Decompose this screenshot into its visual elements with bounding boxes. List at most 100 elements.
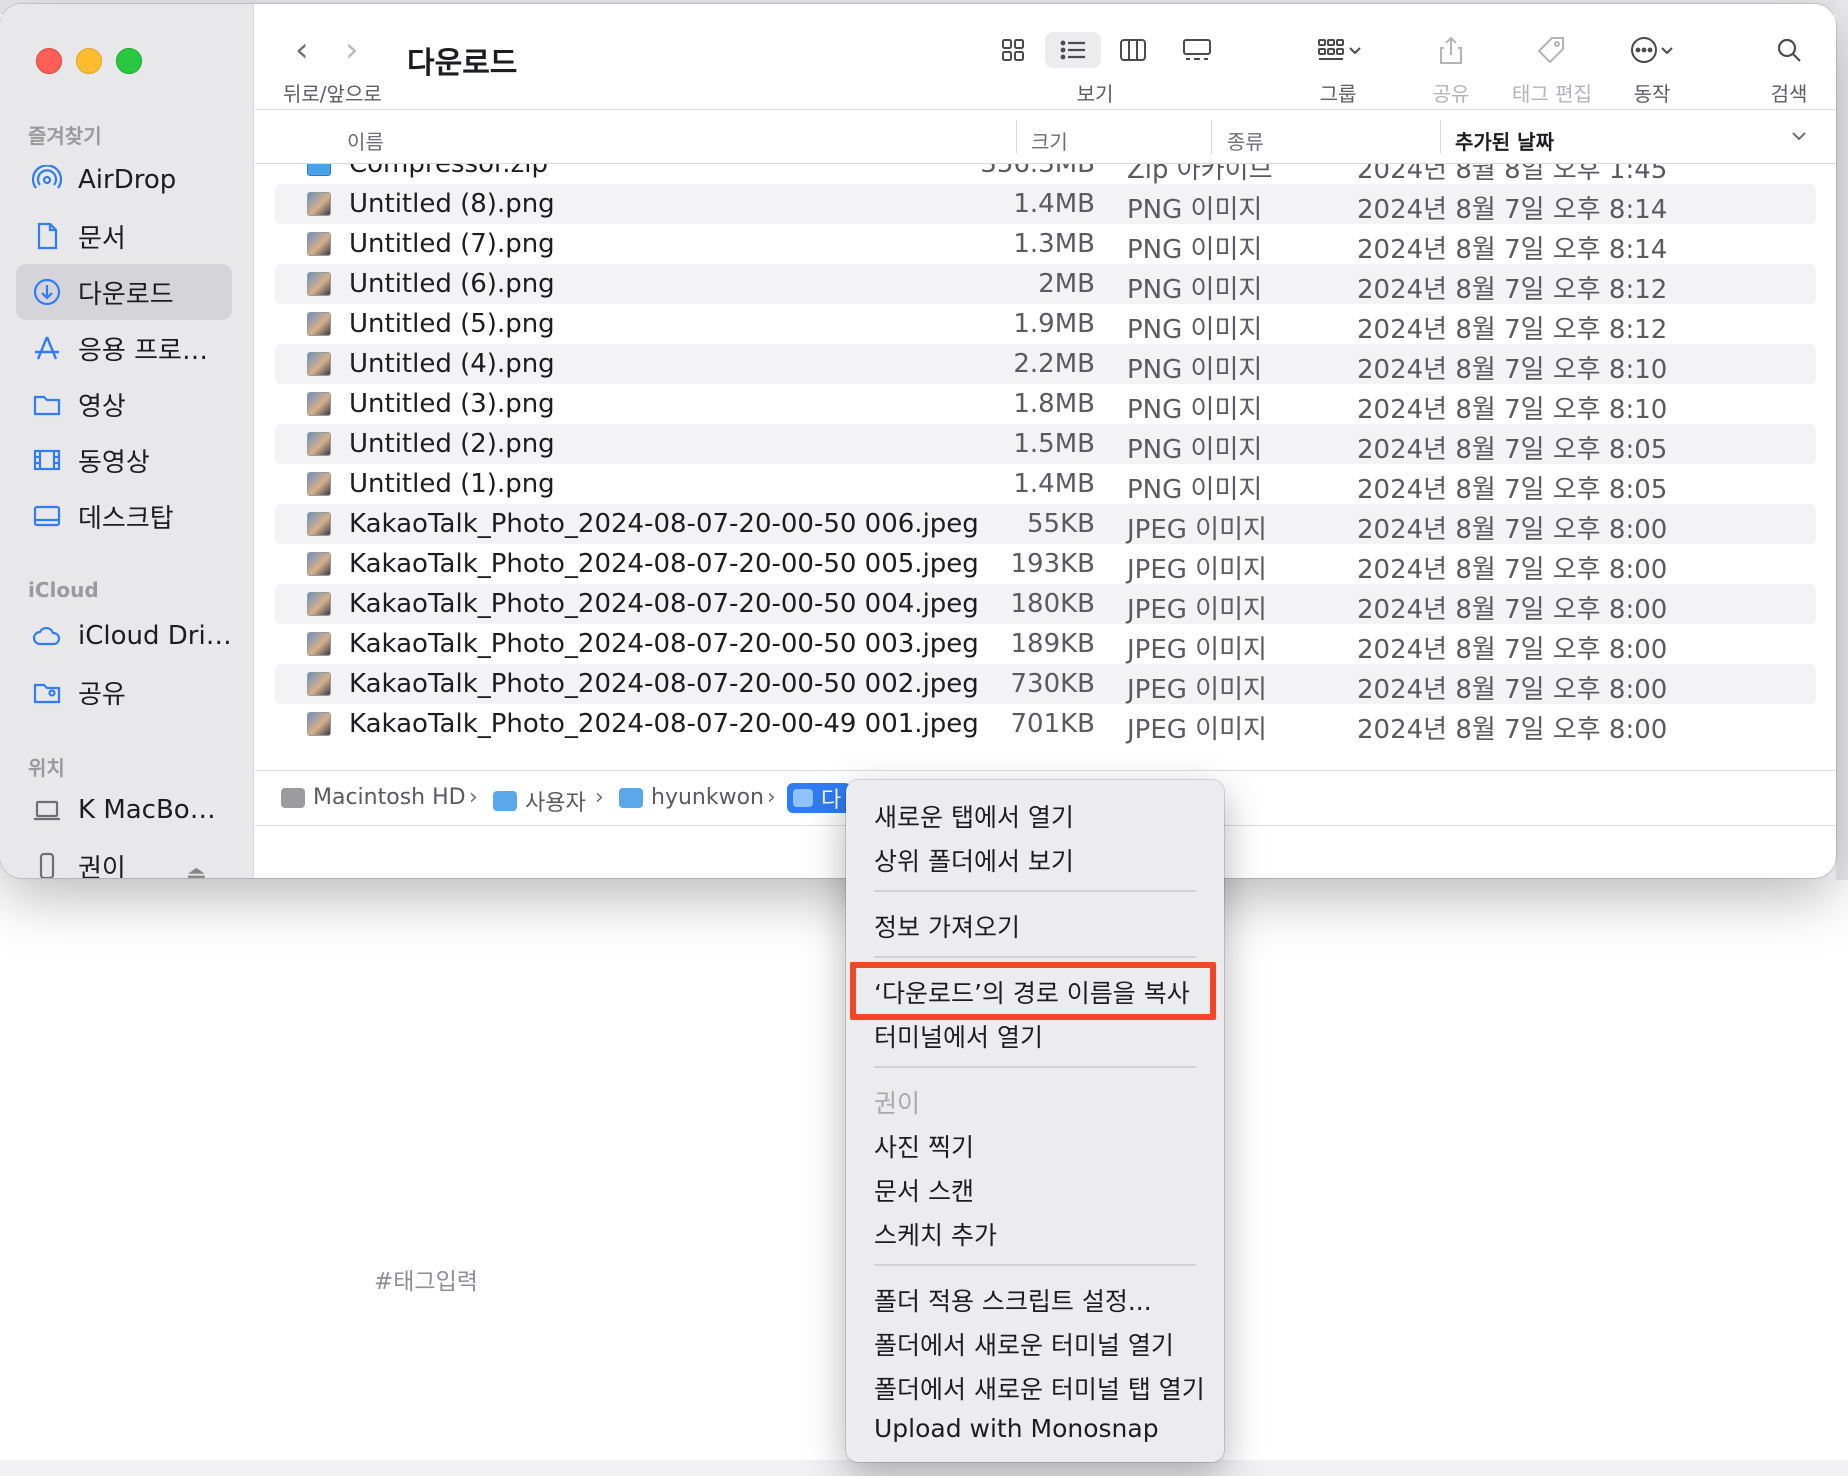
sidebar-item-applications[interactable]: 응용 프로…: [16, 320, 232, 376]
column-view-button[interactable]: [1111, 32, 1155, 68]
sidebar-item-label: 권이: [78, 853, 126, 879]
file-name: Untitled (8).png: [349, 189, 555, 219]
menu-separator: [874, 1066, 1196, 1068]
sidebar-item-airdrop[interactable]: AirDrop: [16, 152, 232, 208]
file-row[interactable]: Untitled (8).png 1.4MB PNG 이미지 2024년 8월 7일 …: [275, 184, 1816, 225]
file-date-added: 2024년 8월 7일 오후 8:12: [1357, 275, 1668, 305]
file-date-added: 2024년 8월 7일 오후 8:14: [1357, 235, 1668, 265]
sidebar-item-icloud-drive[interactable]: iCloud Dri…: [16, 608, 232, 664]
menu-get-info[interactable]: 정보 가져오기: [874, 908, 1020, 944]
action-label: 동작: [1633, 82, 1671, 106]
menu-take-photo[interactable]: 사진 찍기: [874, 1128, 974, 1164]
file-name: Untitled (2).png: [349, 429, 555, 459]
group-button[interactable]: [1305, 32, 1375, 68]
menu-folder-actions-setup[interactable]: 폴더 적용 스크립트 설정...: [874, 1282, 1152, 1318]
menu-open-in-terminal[interactable]: 터미널에서 열기: [874, 1018, 1043, 1054]
sidebar-item-shared[interactable]: 공유: [16, 664, 232, 720]
file-row[interactable]: KakaoTalk_Photo_2024-08-07-20-00-50 005.…: [275, 544, 1816, 585]
file-row[interactable]: KakaoTalk_Photo_2024-08-07-20-00-49 001.…: [275, 704, 1816, 745]
home-folder-icon: [619, 787, 643, 808]
path-item-hyunkwon[interactable]: hyunkwon: [619, 785, 764, 810]
hard-drive-icon: [281, 787, 305, 808]
column-separator[interactable]: [1016, 120, 1017, 154]
close-window-button[interactable]: [36, 48, 62, 74]
apps-icon: [32, 333, 62, 363]
context-menu: 새로운 탭에서 열기 상위 폴더에서 보기 정보 가져오기 ‘다운로드’의 경로…: [846, 780, 1224, 1462]
tag-input[interactable]: #태그입력: [374, 1262, 478, 1296]
file-kind: PNG 이미지: [1127, 475, 1263, 505]
forward-button[interactable]: ›: [345, 30, 359, 70]
file-row[interactable]: KakaoTalk_Photo_2024-08-07-20-00-50 003.…: [275, 624, 1816, 665]
sidebar-item-documents[interactable]: 문서: [16, 208, 232, 264]
file-row[interactable]: Compressor.zip 356.3MB Zip 아카이브 2024년 8월 8일…: [275, 164, 1816, 185]
file-row[interactable]: Untitled (1).png 1.4MB PNG 이미지 2024년 8월 7일 …: [275, 464, 1816, 505]
file-row[interactable]: Untitled (5).png 1.9MB PNG 이미지 2024년 8월 7일 …: [275, 304, 1816, 345]
file-row[interactable]: Untitled (2).png 1.5MB PNG 이미지 2024년 8월 7일 …: [275, 424, 1816, 465]
column-separator[interactable]: [1440, 120, 1441, 154]
image-file-icon: [307, 232, 331, 256]
file-row[interactable]: Untitled (3).png 1.8MB PNG 이미지 2024년 8월 7일 …: [275, 384, 1816, 425]
path-item-users[interactable]: 사용자: [493, 785, 586, 817]
gallery-view-button[interactable]: [1175, 32, 1219, 68]
file-row[interactable]: Untitled (4).png 2.2MB PNG 이미지 2024년 8월 7일 …: [275, 344, 1816, 385]
image-file-icon: [307, 392, 331, 416]
desktop-icon: [32, 501, 62, 531]
eject-icon[interactable]: ⏏: [186, 862, 207, 878]
back-button[interactable]: ‹: [295, 30, 309, 70]
sidebar-item-videos-folder[interactable]: 영상: [16, 376, 232, 432]
chevron-down-icon[interactable]: [1790, 126, 1808, 150]
file-size: 189KB: [1010, 629, 1095, 659]
zoom-window-button[interactable]: [116, 48, 142, 74]
column-name[interactable]: 이름: [347, 126, 384, 155]
file-row[interactable]: KakaoTalk_Photo_2024-08-07-20-00-50 002.…: [275, 664, 1816, 705]
menu-show-in-enclosing-folder[interactable]: 상위 폴더에서 보기: [874, 842, 1074, 878]
file-row[interactable]: Untitled (6).png 2MB PNG 이미지 2024년 8월 7일 오후…: [275, 264, 1816, 305]
file-row[interactable]: KakaoTalk_Photo_2024-08-07-20-00-50 006.…: [275, 504, 1816, 545]
menu-upload-with-monosnap[interactable]: Upload with Monosnap: [874, 1414, 1159, 1443]
file-name: Untitled (7).png: [349, 229, 555, 259]
menu-new-terminal-tab-at-folder[interactable]: 폴더에서 새로운 터미널 탭 열기: [874, 1370, 1205, 1406]
sidebar-item-label: 문서: [78, 223, 126, 254]
airdrop-icon: [32, 165, 62, 195]
file-date-added: 2024년 8월 7일 오후 8:00: [1357, 595, 1668, 625]
share-button[interactable]: [1431, 32, 1471, 68]
action-button[interactable]: [1619, 32, 1685, 68]
path-item-macintosh-hd[interactable]: Macintosh HD: [281, 785, 466, 810]
file-name: KakaoTalk_Photo_2024-08-07-20-00-50 005.…: [349, 549, 979, 579]
phone-icon: [32, 851, 62, 878]
file-size: 1.9MB: [1013, 309, 1095, 339]
sidebar-item-movies[interactable]: 동영상: [16, 432, 232, 488]
grid-icon: [1002, 39, 1024, 61]
menu-separator: [874, 1264, 1196, 1266]
column-separator[interactable]: [1211, 120, 1212, 154]
file-kind: Zip 아카이브: [1127, 164, 1273, 185]
sidebar-item-downloads[interactable]: 다운로드: [16, 264, 232, 320]
icon-view-button[interactable]: [991, 32, 1035, 68]
file-date-added: 2024년 8월 7일 오후 8:05: [1357, 475, 1668, 505]
path-item-current[interactable]: 다: [787, 783, 852, 813]
file-name: KakaoTalk_Photo_2024-08-07-20-00-50 006.…: [349, 509, 979, 539]
sidebar-item-macbook[interactable]: K MacBo…: [16, 782, 232, 838]
search-button[interactable]: [1769, 32, 1809, 68]
menu-copy-path-name[interactable]: ‘다운로드’의 경로 이름을 복사: [874, 974, 1190, 1010]
image-file-icon: [307, 512, 331, 536]
menu-new-terminal-at-folder[interactable]: 폴더에서 새로운 터미널 열기: [874, 1326, 1174, 1362]
icloud-header: iCloud: [28, 578, 99, 602]
menu-add-sketch[interactable]: 스케치 추가: [874, 1216, 997, 1252]
locations-header: 위치: [28, 756, 65, 780]
file-row[interactable]: KakaoTalk_Photo_2024-08-07-20-00-50 004.…: [275, 584, 1816, 625]
file-size: 1.4MB: [1013, 469, 1095, 499]
minimize-window-button[interactable]: [76, 48, 102, 74]
edit-tags-button[interactable]: [1531, 32, 1571, 68]
menu-open-new-tab[interactable]: 새로운 탭에서 열기: [874, 798, 1074, 834]
sidebar-item-desktop[interactable]: 데스크탑: [16, 488, 232, 544]
window-title: 다운로드: [407, 46, 518, 81]
column-size[interactable]: 크기: [1031, 126, 1068, 155]
list-view-button[interactable]: [1045, 32, 1101, 68]
column-kind[interactable]: 종류: [1227, 126, 1264, 155]
image-file-icon: [307, 432, 331, 456]
column-date-added[interactable]: 추가된 날짜: [1455, 126, 1554, 155]
menu-scan-documents[interactable]: 문서 스캔: [874, 1172, 974, 1208]
file-size: 2.2MB: [1013, 349, 1095, 379]
file-row[interactable]: Untitled (7).png 1.3MB PNG 이미지 2024년 8월 7일 …: [275, 224, 1816, 265]
